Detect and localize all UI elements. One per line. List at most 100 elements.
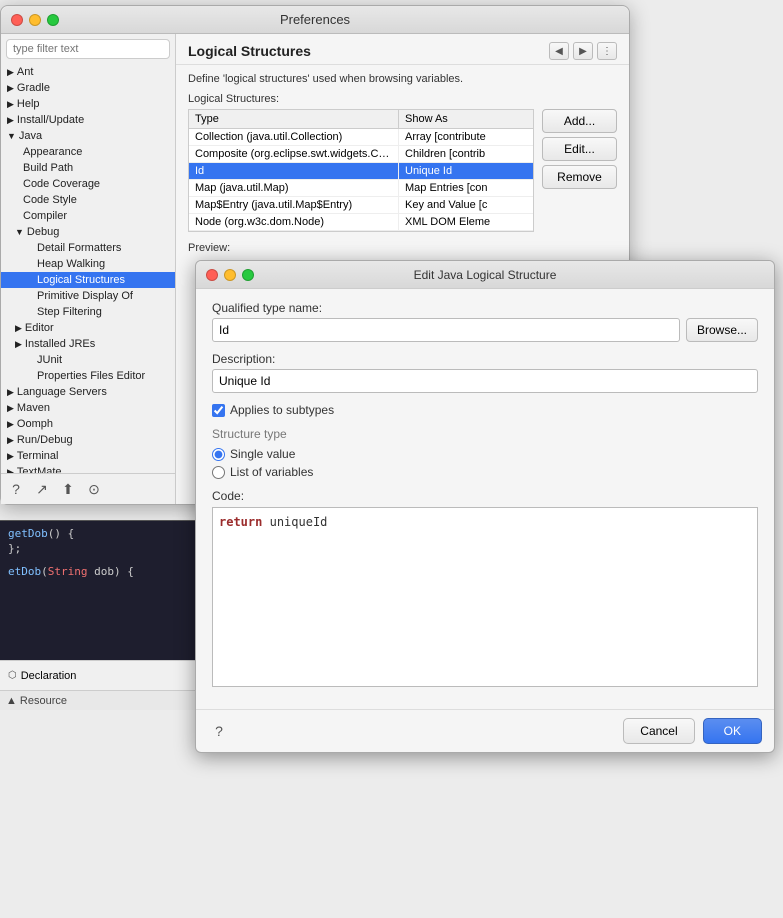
edit-dialog: Edit Java Logical Structure Qualified ty… — [195, 260, 775, 753]
sidebar-item-terminal[interactable]: ▶Terminal — [1, 448, 175, 464]
list-of-variables-label: List of variables — [230, 465, 313, 479]
cell-type: Composite (org.eclipse.swt.widgets.Com — [189, 146, 399, 162]
code-section: Code: return uniqueId — [212, 489, 758, 687]
sidebar-item-languageservers[interactable]: ▶Language Servers — [1, 384, 175, 400]
single-value-label: Single value — [230, 447, 295, 461]
applies-to-subtypes-label: Applies to subtypes — [230, 403, 334, 417]
edit-button[interactable]: Edit... — [542, 137, 617, 161]
single-value-radio[interactable] — [212, 448, 225, 461]
sidebar-item-rundebug[interactable]: ▶Run/Debug — [1, 432, 175, 448]
sidebar-item-junit[interactable]: JUnit — [1, 352, 175, 368]
edit-dialog-titlebar: Edit Java Logical Structure — [196, 261, 774, 289]
dialog-close-button[interactable] — [206, 269, 218, 281]
description-label: Description: — [212, 352, 758, 366]
table-row[interactable]: Collection (java.util.Collection) Array … — [189, 129, 533, 146]
cell-type: Node (org.w3c.dom.Node) — [189, 214, 399, 230]
code-line: return uniqueId — [219, 514, 751, 530]
tree: ▶Ant ▶Gradle ▶Help ▶Install/Update ▼Java… — [1, 64, 175, 473]
sidebar-item-buildpath[interactable]: Build Path — [1, 160, 175, 176]
applies-to-subtypes-checkbox[interactable] — [212, 404, 225, 417]
sidebar-item-propertiesfiles[interactable]: Properties Files Editor — [1, 368, 175, 384]
back-button[interactable]: ◀ — [549, 42, 569, 60]
sidebar-item-installupdatE[interactable]: ▶Install/Update — [1, 112, 175, 128]
table-row[interactable]: Map$Entry (java.util.Map$Entry) Key and … — [189, 197, 533, 214]
maximize-button[interactable] — [47, 14, 59, 26]
filter-input[interactable] — [6, 39, 170, 59]
title-bar: Preferences — [1, 6, 629, 34]
sidebar-item-maven[interactable]: ▶Maven — [1, 400, 175, 416]
sidebar-item-detailformatters[interactable]: Detail Formatters — [1, 240, 175, 256]
sidebar: ▶Ant ▶Gradle ▶Help ▶Install/Update ▼Java… — [1, 34, 176, 504]
ok-button[interactable]: OK — [703, 718, 762, 744]
code-editor[interactable]: return uniqueId — [212, 507, 758, 687]
share-icon[interactable]: ↗ — [31, 478, 53, 500]
sidebar-item-heapwalking[interactable]: Heap Walking — [1, 256, 175, 272]
declaration-panel: ⬡ Declaration — [0, 660, 195, 690]
qualified-type-name-input[interactable] — [212, 318, 680, 342]
dialog-help-icon[interactable]: ? — [208, 720, 230, 742]
list-of-variables-radio[interactable] — [212, 466, 225, 479]
add-button[interactable]: Add... — [542, 109, 617, 133]
window-title: Preferences — [280, 12, 350, 27]
sidebar-item-oomph[interactable]: ▶Oomph — [1, 416, 175, 432]
code-editor-line3: etDob(String dob) { — [8, 565, 187, 578]
resource-arrow-icon: ▲ — [6, 695, 17, 707]
resource-bar: ▲ Resource — [0, 690, 195, 710]
cell-show: Children [contrib — [399, 146, 533, 162]
cell-show: Unique Id — [399, 163, 533, 179]
sidebar-item-primitivedisplay[interactable]: Primitive Display Of — [1, 288, 175, 304]
cell-show: Map Entries [con — [399, 180, 533, 196]
close-button[interactable] — [11, 14, 23, 26]
sidebar-item-appearance[interactable]: Appearance — [1, 144, 175, 160]
sidebar-item-java[interactable]: ▼Java — [1, 128, 175, 144]
sidebar-item-codestyle[interactable]: Code Style — [1, 192, 175, 208]
sidebar-item-help[interactable]: ▶Help — [1, 96, 175, 112]
sidebar-item-compiler[interactable]: Compiler — [1, 208, 175, 224]
qualified-type-name-row: Qualified type name: Browse... — [212, 301, 758, 342]
sidebar-item-ant[interactable]: ▶Ant — [1, 64, 175, 80]
dialog-minimize-button[interactable] — [224, 269, 236, 281]
menu-button[interactable]: ⋮ — [597, 42, 617, 60]
table-row-selected[interactable]: Id Unique Id — [189, 163, 533, 180]
section-label: Logical Structures: — [188, 93, 617, 105]
sidebar-item-textmate[interactable]: ▶TextMate — [1, 464, 175, 473]
sidebar-item-editor[interactable]: ▶Editor — [1, 320, 175, 336]
description-input[interactable] — [212, 369, 758, 393]
table-row[interactable]: Node (org.w3c.dom.Node) XML DOM Eleme — [189, 214, 533, 231]
logical-structures-container: Type Show As Collection (java.util.Colle… — [188, 109, 617, 232]
browse-button[interactable]: Browse... — [686, 318, 758, 342]
list-of-variables-row: List of variables — [212, 465, 758, 479]
minimize-button[interactable] — [29, 14, 41, 26]
sidebar-item-gradle[interactable]: ▶Gradle — [1, 80, 175, 96]
table-row[interactable]: Composite (org.eclipse.swt.widgets.Com C… — [189, 146, 533, 163]
header-controls: ◀ ▶ ⋮ — [549, 42, 617, 60]
structure-type-section: Structure type Single value List of vari… — [212, 427, 758, 479]
dialog-title: Edit Java Logical Structure — [414, 268, 557, 282]
page-title: Logical Structures — [188, 43, 311, 59]
help-icon[interactable]: ? — [5, 478, 27, 500]
spinner-icon[interactable]: ⊙ — [83, 478, 105, 500]
remove-button[interactable]: Remove — [542, 165, 617, 189]
traffic-lights — [11, 14, 59, 26]
sidebar-item-installedjres[interactable]: ▶Installed JREs — [1, 336, 175, 352]
code-label: Code: — [212, 489, 758, 503]
dialog-traffic-lights — [206, 269, 254, 281]
cell-type: Id — [189, 163, 399, 179]
sidebar-item-debug[interactable]: ▼Debug — [1, 224, 175, 240]
logical-structures-table: Type Show As Collection (java.util.Colle… — [188, 109, 534, 232]
code-editor-spacer — [8, 557, 187, 565]
sidebar-item-logicalstructures[interactable]: Logical Structures — [1, 272, 175, 288]
forward-button[interactable]: ▶ — [573, 42, 593, 60]
table-row[interactable]: Map (java.util.Map) Map Entries [con — [189, 180, 533, 197]
applies-to-subtypes-row: Applies to subtypes — [212, 403, 758, 417]
dialog-footer: ? Cancel OK — [196, 709, 774, 752]
code-editor-line1: getDob() { — [8, 527, 187, 540]
dialog-maximize-button[interactable] — [242, 269, 254, 281]
sidebar-item-stepfiltering[interactable]: Step Filtering — [1, 304, 175, 320]
description-text: Define 'logical structures' used when br… — [188, 73, 617, 85]
export-icon[interactable]: ⬆ — [57, 478, 79, 500]
cancel-button[interactable]: Cancel — [623, 718, 694, 744]
sidebar-item-codecoverage[interactable]: Code Coverage — [1, 176, 175, 192]
cell-show: Key and Value [c — [399, 197, 533, 213]
edit-dialog-body: Qualified type name: Browse... Descripti… — [196, 289, 774, 709]
